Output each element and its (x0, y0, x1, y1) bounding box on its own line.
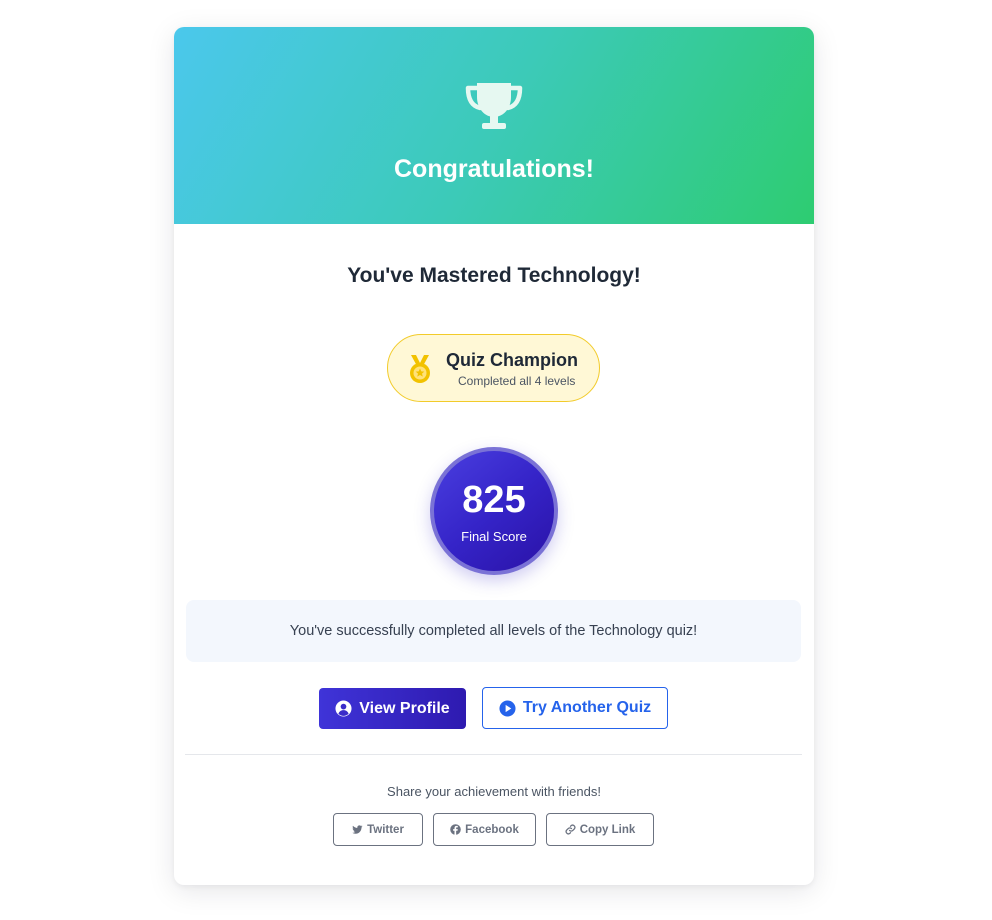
badge-subtitle: Completed all 4 levels (458, 374, 576, 388)
copy-link-button[interactable]: Copy Link (546, 813, 654, 846)
user-circle-icon (335, 700, 352, 717)
result-card: Congratulations! You've Mastered Technol… (174, 27, 814, 885)
view-profile-button[interactable]: View Profile (319, 688, 466, 729)
play-circle-icon (499, 699, 516, 717)
copy-link-label: Copy Link (579, 823, 636, 836)
completion-message: You've successfully completed all levels… (186, 600, 801, 662)
try-another-quiz-label: Try Another Quiz (522, 699, 652, 716)
medal-icon (410, 355, 430, 383)
link-icon (565, 824, 576, 835)
hero-header: Congratulations! (174, 27, 814, 224)
mastered-subtitle: You've Mastered Technology! (347, 264, 641, 287)
final-score-value: 825 (462, 479, 526, 521)
share-facebook-button[interactable]: Facebook (433, 813, 536, 846)
twitter-icon (352, 825, 363, 834)
score-circle: 825 Final Score (430, 447, 558, 575)
divider (185, 754, 802, 755)
final-score-label: Final Score (461, 529, 527, 544)
share-facebook-label: Facebook (465, 823, 519, 836)
share-twitter-button[interactable]: Twitter (333, 813, 423, 846)
trophy-icon (465, 83, 523, 129)
achievement-badge: Quiz Champion Completed all 4 levels (387, 334, 600, 402)
try-another-quiz-button[interactable]: Try Another Quiz (482, 687, 668, 729)
share-prompt: Share your achievement with friends! (387, 784, 601, 799)
facebook-icon (450, 824, 461, 835)
score-inner: 825 Final Score (434, 451, 554, 571)
share-twitter-label: Twitter (367, 823, 404, 836)
congratulations-title: Congratulations! (394, 155, 594, 183)
badge-title: Quiz Champion (446, 350, 578, 370)
view-profile-label: View Profile (359, 699, 450, 717)
